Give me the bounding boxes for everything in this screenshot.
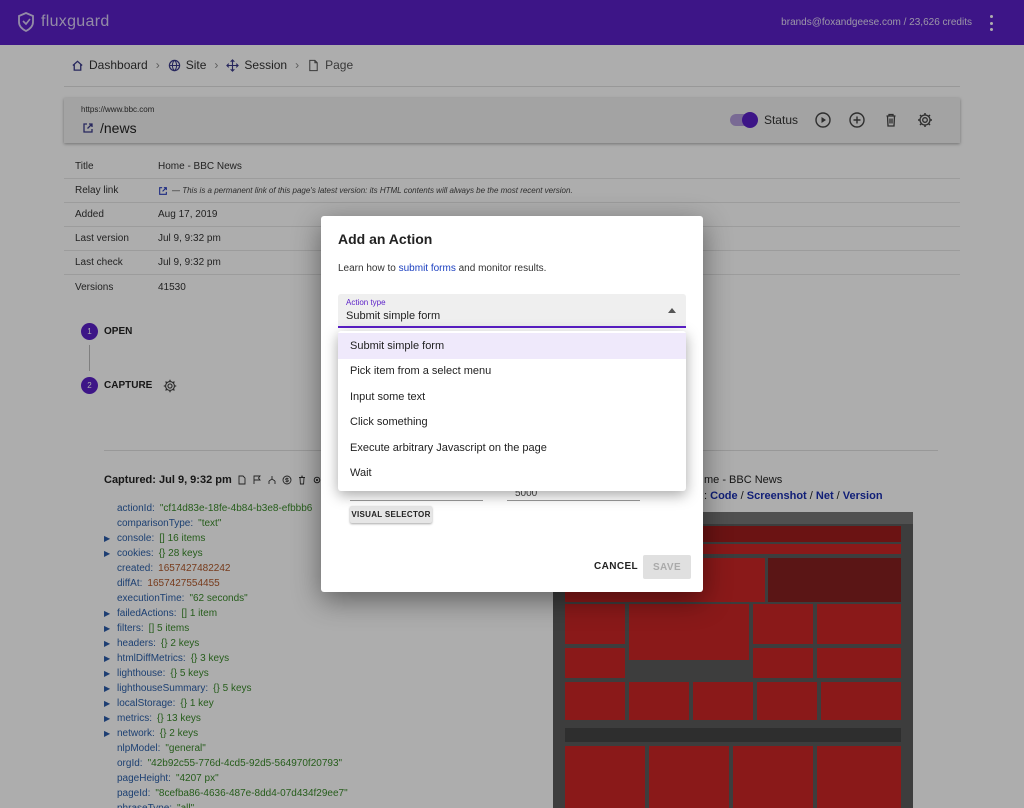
menu-item-click-something[interactable]: Click something <box>338 410 686 436</box>
menu-item-input-text[interactable]: Input some text <box>338 384 686 410</box>
menu-item-wait[interactable]: Wait <box>338 461 686 487</box>
action-type-select[interactable]: Action type Submit simple form <box>338 294 686 328</box>
save-button[interactable]: SAVE <box>643 555 691 579</box>
visual-selector-button[interactable]: VISUAL SELECTOR <box>350 506 432 523</box>
menu-item-pick-select[interactable]: Pick item from a select menu <box>338 359 686 385</box>
dialog-help-text: Learn how to submit forms and monitor re… <box>338 263 547 274</box>
action-type-menu: Submit simple form Pick item from a sele… <box>338 331 686 491</box>
menu-item-submit-simple-form[interactable]: Submit simple form <box>338 333 686 359</box>
dialog-title: Add an Action <box>338 231 433 247</box>
select-label: Action type <box>346 298 386 307</box>
submit-forms-link[interactable]: submit forms <box>399 263 456 274</box>
menu-item-execute-javascript[interactable]: Execute arbitrary Javascript on the page <box>338 435 686 461</box>
select-value: Submit simple form <box>346 310 441 322</box>
cancel-button[interactable]: CANCEL <box>594 561 638 572</box>
caret-up-icon <box>668 308 676 313</box>
